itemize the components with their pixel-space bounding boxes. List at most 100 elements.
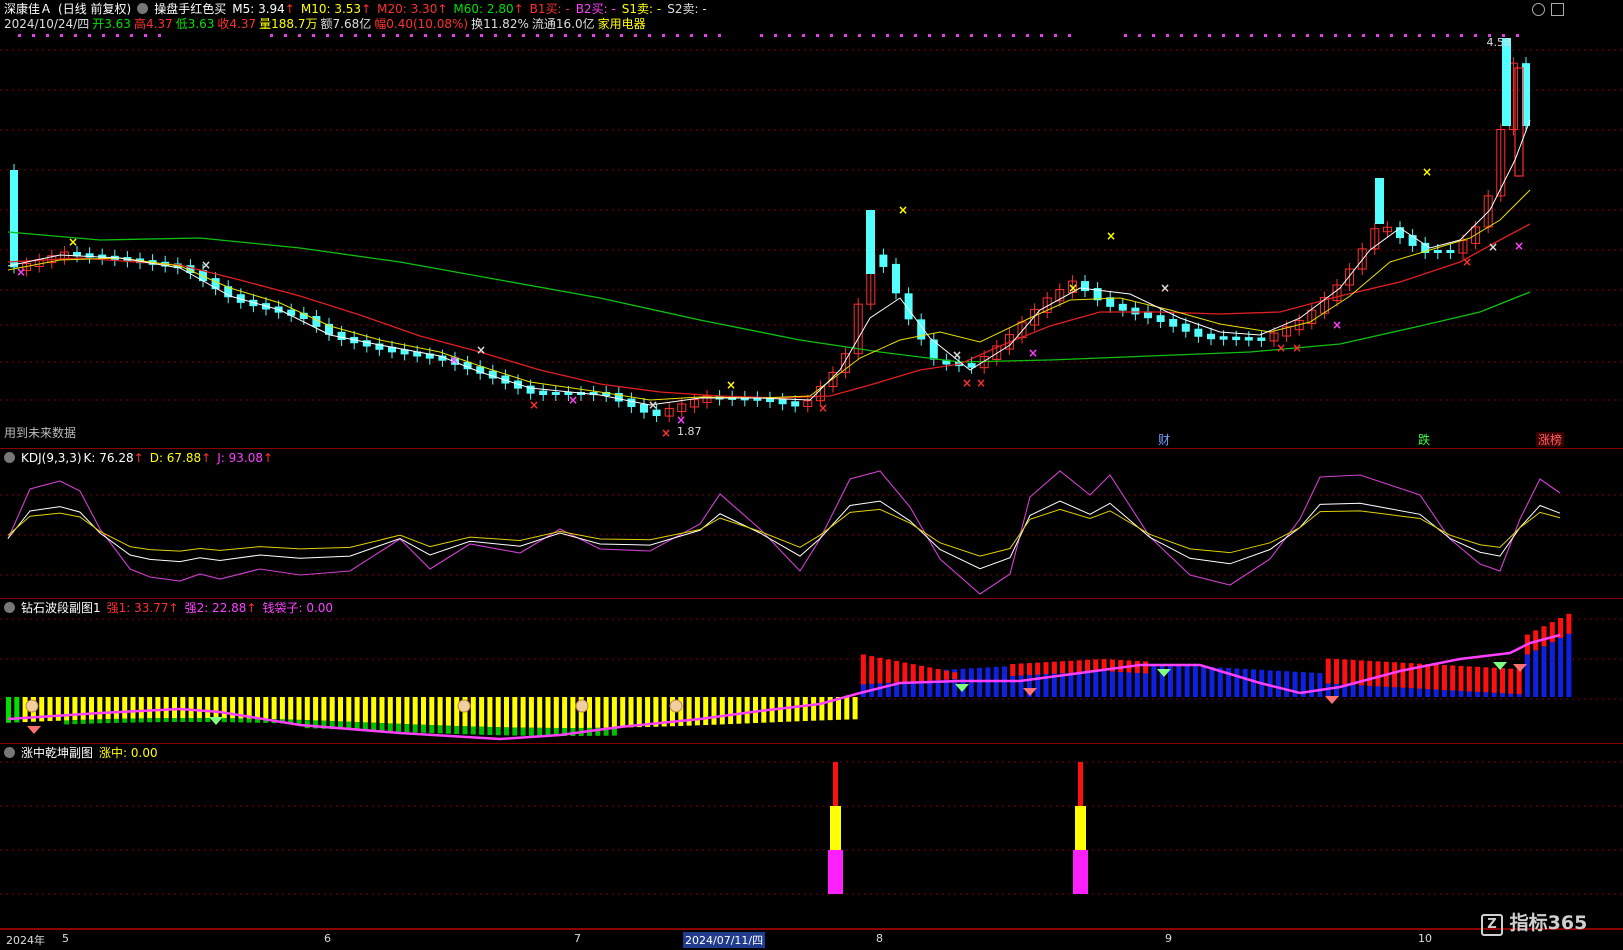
diamond-panel[interactable]: 钻石波段副图1 强1: 33.77↑ 强2: 22.88↑ 钱袋子: 0.00: [0, 599, 1623, 744]
bar-yellow: [528, 697, 534, 728]
bar-green: [454, 725, 460, 734]
signal-dot: [1320, 34, 1323, 37]
bar-green: [429, 725, 435, 734]
signal-dot: [1180, 34, 1183, 37]
bar-red: [1334, 659, 1339, 684]
bar-blue: [1566, 633, 1572, 697]
kdj-panel[interactable]: KDJ(9,3,3) K: 76.28↑ D: 67.88↑ J: 93.08↑: [0, 449, 1623, 599]
signal-dot: [1194, 34, 1197, 37]
settings-dot-icon[interactable]: [4, 747, 15, 758]
signal-dot: [270, 34, 273, 37]
selected-date[interactable]: 2024/07/11/四: [683, 932, 766, 948]
diamond-title[interactable]: 钻石波段副图1: [21, 601, 101, 615]
bar-yellow: [520, 697, 526, 728]
bar-yellow: [371, 697, 377, 723]
bar-red: [1475, 666, 1481, 692]
signal-dot: [970, 34, 973, 37]
signal-dot: [508, 34, 511, 37]
kdj-d-arrow: ↑: [201, 451, 212, 465]
signal-dot: [578, 34, 581, 37]
bar-blue: [1201, 666, 1207, 697]
signal-dot: [1152, 34, 1155, 37]
signal-dot: [676, 34, 679, 37]
expand-square-icon[interactable]: [1551, 3, 1564, 16]
candle-down: [1169, 318, 1178, 327]
signal-dot: [1348, 34, 1351, 37]
indicator-name[interactable]: 操盘手红色买: [154, 2, 226, 16]
bar-red: [1549, 622, 1555, 643]
bar-red: [1500, 668, 1505, 694]
bar-yellow: [155, 697, 161, 719]
bar-red: [1010, 663, 1016, 676]
signal-dot: [760, 34, 763, 37]
bar-green: [138, 718, 144, 723]
main-chart-panel[interactable]: × × × × × × × × × × × × × × × × × × × × × × × × × × × 4.58 1.87 财跌涨榜 …: [0, 0, 1623, 449]
zhang-panel[interactable]: 涨中乾坤副图 涨中: 0.00: [0, 744, 1623, 929]
bar-yellow: [89, 697, 94, 720]
settings-dot-icon[interactable]: [4, 452, 15, 463]
signal-dot: [466, 34, 469, 37]
ma-values: M5: 3.94↑ M10: 3.53↑ M20: 3.30↑ M60: 2.80↑ B…: [232, 2, 712, 16]
bar-yellow: [213, 697, 219, 719]
zhang-bar-magenta: [1073, 850, 1088, 894]
date-axis[interactable]: 2024年 5 6 7 2024/07/11/四 8 9 10: [0, 929, 1623, 950]
signal-dot: [718, 34, 721, 37]
signal-dot: [956, 34, 959, 37]
bar-blue: [1267, 670, 1273, 697]
bar-blue: [1242, 668, 1248, 697]
period-mode[interactable]: (日线 前复权): [58, 2, 131, 16]
bar-green: [205, 718, 211, 723]
bar-blue: [1275, 670, 1281, 697]
signal-dot: [368, 34, 371, 37]
bar-green: [122, 718, 128, 723]
zhang-chart[interactable]: [0, 744, 1623, 929]
bar-green: [246, 718, 252, 723]
bar-green: [520, 727, 526, 736]
candle-down: [1433, 250, 1442, 253]
signal-dot: [522, 34, 525, 37]
signal-x-mark: ×: [1106, 229, 1116, 243]
signal-dot: [1516, 34, 1519, 37]
candle-down: [1446, 250, 1455, 253]
diamond-s2: 强2: 22.88: [184, 601, 247, 615]
ma-arrow-3: ↑: [513, 2, 524, 16]
bar-yellow: [421, 697, 426, 725]
stock-name[interactable]: 深康佳Ａ: [4, 2, 52, 16]
candle-down: [337, 331, 346, 340]
signal-dot: [634, 34, 637, 37]
bar-green: [130, 718, 136, 723]
bar-red: [1450, 665, 1456, 691]
signal-dot: [88, 34, 91, 37]
bar-yellow: [570, 697, 576, 728]
signal-dot: [1292, 34, 1295, 37]
signal-dot: [984, 34, 987, 37]
price-chart[interactable]: ×××××× × ×××××××× ×××××× ××××× ×4.581.87财跌涨榜: [0, 0, 1623, 449]
settings-dot-icon[interactable]: [137, 3, 149, 14]
bar-red: [1325, 658, 1331, 684]
bar-green: [113, 718, 119, 723]
signal-x-mark: ×: [1514, 239, 1524, 253]
zhang-bar-magenta: [828, 850, 843, 894]
signal-x-mark: ×: [1422, 165, 1432, 179]
diamond-chart[interactable]: [0, 599, 1623, 744]
settings-dot-icon[interactable]: [4, 602, 15, 613]
signal-dot: [886, 34, 889, 37]
signal-x-mark: ×: [1332, 318, 1342, 332]
bar-red: [1541, 626, 1547, 647]
zhang-title[interactable]: 涨中乾坤副图: [21, 746, 93, 760]
signal-x-mark: ×: [962, 376, 972, 390]
bar-yellow: [362, 697, 368, 723]
kdj-chart[interactable]: [0, 449, 1623, 599]
kdj-d: D: 67.88: [149, 451, 202, 465]
bar-yellow: [703, 697, 709, 726]
bar-red: [1483, 667, 1489, 693]
bar-yellow: [255, 697, 260, 719]
ma-value-2: M20: 3.30: [377, 2, 438, 16]
signal-dot: [1306, 34, 1309, 37]
signal-dot: [1390, 34, 1393, 37]
diamond-title-row: 钻石波段副图1 强1: 33.77↑ 强2: 22.88↑ 钱袋子: 0.00: [4, 601, 339, 615]
signal-dot: [18, 34, 21, 37]
kdj-title[interactable]: KDJ(9,3,3): [21, 451, 82, 465]
close-circle-icon[interactable]: [1532, 3, 1545, 16]
bar-yellow: [313, 697, 319, 721]
